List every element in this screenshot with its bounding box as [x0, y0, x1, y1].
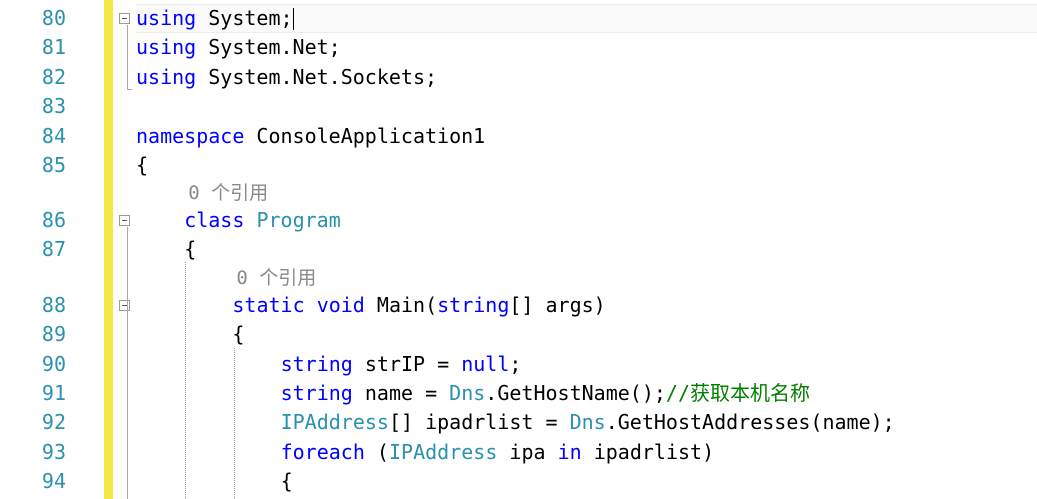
code-token: System;	[196, 6, 293, 30]
line-number: 82	[41, 65, 66, 89]
code-token: Main(	[364, 293, 438, 317]
code-text: string strIP = null;	[281, 350, 522, 379]
code-token: {	[184, 237, 197, 261]
code-text: {	[136, 151, 148, 180]
code-line[interactable]: 81 using System.Net;	[0, 33, 1037, 62]
code-token: System.Net.Sockets;	[196, 65, 438, 89]
code-text: foreach (IPAddress ipa in ipadrlist)	[281, 438, 715, 467]
code-token: ipadrlist)	[581, 440, 715, 464]
code-text: using System.Net.Sockets;	[136, 63, 437, 92]
code-token: null	[461, 352, 510, 376]
code-line[interactable]: 85 {	[0, 151, 1037, 180]
code-token: foreach	[280, 440, 365, 464]
code-text: using System.Net;	[136, 33, 341, 62]
code-text: using System;	[136, 4, 293, 33]
code-line[interactable]: 82 using System.Net.Sockets;	[0, 63, 1037, 92]
line-number: 93	[41, 440, 66, 464]
code-token: IPAddress	[388, 440, 498, 464]
line-number: 81	[41, 35, 66, 59]
code-token: ipa	[497, 440, 558, 464]
fold-region-line-class	[127, 227, 128, 499]
code-token: [] args)	[509, 293, 606, 317]
code-text: static void Main(string[] args)	[232, 291, 605, 320]
fold-toggle-usings[interactable]	[119, 13, 130, 24]
line-number: 87	[41, 237, 66, 261]
line-number: 90	[41, 352, 66, 376]
code-token: void	[316, 293, 365, 317]
code-line[interactable]: 87 {	[0, 235, 1037, 264]
code-token: //获取本机名称	[665, 381, 811, 405]
indent-guide	[234, 348, 235, 499]
code-token: {	[232, 322, 245, 346]
code-text: {	[232, 320, 244, 349]
code-line[interactable]: 91 string name = Dns.GetHostName();//获取本机…	[0, 379, 1037, 408]
codelens-row: 0 个引用	[0, 179, 1037, 208]
line-number: 85	[41, 153, 66, 177]
code-token: string	[437, 293, 510, 317]
indent-guide	[185, 262, 186, 499]
line-number: 86	[41, 208, 66, 232]
code-token: using	[136, 6, 197, 30]
code-token: using	[136, 35, 197, 59]
text-caret	[293, 8, 294, 30]
code-line[interactable]: 86 class Program	[0, 206, 1037, 235]
code-token: ConsoleApplication1	[244, 124, 486, 148]
code-token: strIP =	[352, 352, 462, 376]
fold-region-end	[127, 89, 132, 90]
code-token: Dns	[449, 381, 486, 405]
code-token: using	[136, 65, 197, 89]
codelens-references-link[interactable]: 0 个引用	[188, 179, 268, 208]
code-token: string	[280, 352, 353, 376]
code-text: IPAddress[] ipadrlist = Dns.GetHostAddre…	[281, 408, 895, 437]
code-line[interactable]: 83	[0, 92, 1037, 121]
code-line[interactable]: 80 using System;	[0, 4, 1037, 33]
code-line[interactable]: 84 namespace ConsoleApplication1	[0, 122, 1037, 151]
line-number: 80	[41, 6, 66, 30]
codelens-references-link[interactable]: 0 个引用	[236, 264, 316, 293]
code-line[interactable]: 88 static void Main(string[] args)	[0, 291, 1037, 320]
code-token: in	[557, 440, 582, 464]
line-number: 83	[41, 94, 66, 118]
code-token: name =	[352, 381, 450, 405]
code-token: Program	[256, 208, 341, 232]
line-number: 88	[41, 293, 66, 317]
line-number: 84	[41, 124, 66, 148]
code-token: namespace	[136, 124, 245, 148]
fold-toggle-class[interactable]	[119, 215, 130, 226]
line-number: 94	[41, 469, 66, 493]
line-number: 92	[41, 410, 66, 434]
code-token: [] ipadrlist =	[388, 410, 570, 434]
code-text: class Program	[184, 206, 341, 235]
fold-toggle-method[interactable]	[119, 300, 130, 311]
code-token: IPAddress	[280, 410, 389, 434]
code-token: (	[364, 440, 389, 464]
code-token: {	[136, 153, 149, 177]
code-token: .GetHostName();	[485, 381, 666, 405]
fold-region-line-usings	[127, 25, 128, 89]
code-token: class	[184, 208, 245, 232]
code-token: ;	[509, 352, 522, 376]
code-text: string name = Dns.GetHostName();//获取本机名称	[281, 379, 810, 408]
code-text: {	[184, 235, 196, 264]
code-token: static	[232, 293, 305, 317]
codelens-row: 0 个引用	[0, 264, 1037, 293]
code-token: {	[280, 469, 293, 493]
code-line[interactable]: 92 IPAddress[] ipadrlist = Dns.GetHostAdd…	[0, 408, 1037, 437]
code-line[interactable]: 90 string strIP = null;	[0, 350, 1037, 379]
code-token: .GetHostAddresses(name);	[605, 410, 895, 434]
code-text: namespace ConsoleApplication1	[136, 122, 485, 151]
code-token: System.Net;	[196, 35, 341, 59]
code-token: string	[280, 381, 353, 405]
code-token: Dns	[569, 410, 606, 434]
code-editor[interactable]: 80 using System; 81 using System.Net; 82 usin…	[0, 0, 1037, 499]
code-line[interactable]: 94 {	[0, 467, 1037, 496]
code-text: {	[281, 467, 293, 496]
line-number: 91	[41, 381, 66, 405]
line-number: 89	[41, 322, 66, 346]
code-line[interactable]: 93 foreach (IPAddress ipa in ipadrlist)	[0, 438, 1037, 467]
code-line[interactable]: 89 {	[0, 320, 1037, 349]
